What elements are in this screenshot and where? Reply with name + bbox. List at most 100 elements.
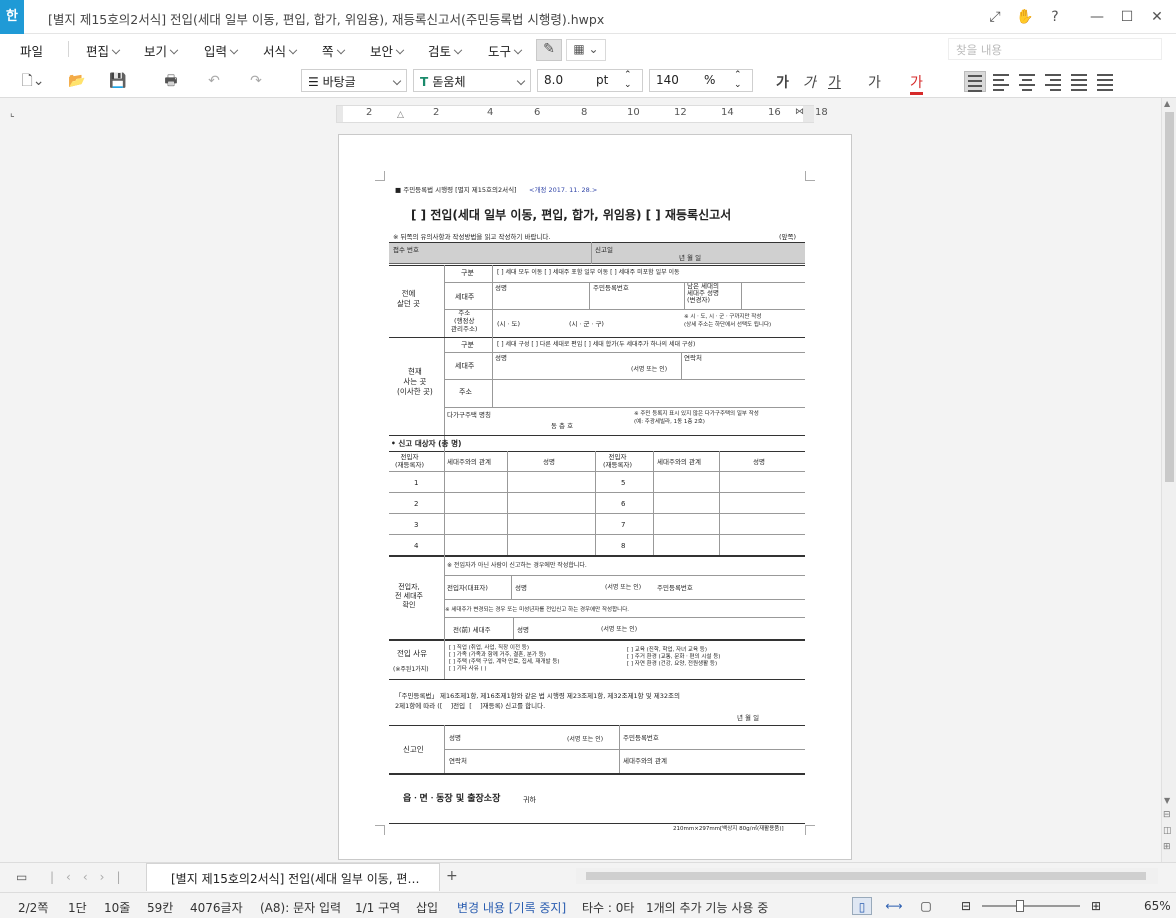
gubun-label: 구분	[461, 341, 474, 349]
cell-line	[444, 639, 445, 679]
vertical-scrollbar[interactable]: ▲ ▼ ⊟ ◫ ⊞	[1161, 98, 1176, 862]
vertical-scroll-thumb[interactable]	[1165, 112, 1174, 482]
indent-marker-icon[interactable]: △	[397, 110, 404, 120]
law-date: 년 월 일	[737, 714, 760, 722]
rep-label: 전입자(대표자)	[447, 584, 488, 592]
align-left-icon[interactable]	[990, 71, 1012, 92]
align-center-icon[interactable]	[1016, 71, 1038, 92]
name-label: 성명	[517, 626, 529, 634]
menu-edit[interactable]: 편집	[86, 41, 121, 60]
scroll-up-icon[interactable]: ▲	[1164, 99, 1170, 108]
name-label: 성명	[495, 354, 507, 362]
crop-mark	[805, 825, 815, 835]
right-indent-icon[interactable]: ⋈	[795, 107, 804, 117]
dong-ho: 동 층 호	[551, 422, 574, 430]
contact-label: 연락처	[449, 757, 467, 765]
zoom-out-icon[interactable]: ⊟	[956, 897, 976, 915]
status-bar: 2/2쪽 1단 10줄 59칸 4076글자 (A8): 문자 입력 1/1 구…	[0, 892, 1176, 918]
status-zoom[interactable]: 65%	[1144, 899, 1171, 913]
confirm-note2: ※ 세대주가 변경되는 경우 또는 미성년자를 전입신고 하는 경우에만 작성합…	[445, 607, 630, 613]
print-icon[interactable]: 🖶	[162, 72, 180, 90]
add-tab-icon[interactable]: +	[446, 868, 458, 884]
menu-page[interactable]: 쪽	[322, 41, 345, 60]
maximize-icon[interactable]: ☐	[1118, 8, 1136, 26]
zoom-spinner-icon[interactable]: ⌃ ⌄	[734, 70, 742, 90]
page-icon[interactable]: ◫	[1163, 826, 1172, 836]
hand-icon[interactable]: ✋	[1016, 8, 1034, 26]
italic-button[interactable]: 가	[803, 72, 816, 92]
horizontal-scrollbar[interactable]	[576, 868, 1158, 884]
align-justify-icon[interactable]	[964, 71, 986, 92]
status-insert[interactable]: 삽입	[416, 899, 438, 916]
save-icon[interactable]: 💾	[106, 72, 130, 90]
menu-format[interactable]: 서식	[263, 41, 298, 60]
zoom-slider[interactable]	[982, 900, 1080, 912]
help-icon[interactable]: ?	[1046, 8, 1064, 26]
row-line	[389, 492, 805, 493]
horizontal-scroll-thumb[interactable]	[586, 872, 1146, 880]
view-page-icon[interactable]: ▯	[852, 897, 872, 915]
sign-label: (서명 또는 인)	[605, 584, 642, 591]
strike-button[interactable]: 가	[868, 72, 881, 92]
redo-icon[interactable]: ↷	[246, 72, 266, 90]
layout-grid-icon[interactable]: ▦ ⌄	[566, 39, 606, 61]
ruler-corner-icon: ⌞	[10, 108, 15, 119]
minimize-icon[interactable]: —	[1088, 8, 1106, 26]
document-page[interactable]: ■ 주민등록법 시행령 [별지 제15호의2서식] <개정 2017. 11. …	[338, 134, 852, 860]
underline-button[interactable]: 가	[828, 72, 841, 92]
remain-head-label: 남은 세대의 세대주 성명 (변경자)	[687, 282, 719, 304]
horizontal-ruler[interactable]: 2 2 4 6 8 10 12 14 16 18 △ ⋈	[336, 105, 828, 123]
form-title: [ ] 전입(세대 일부 이동, 편입, 합가, 위임용) [ ] 재등록신고서	[411, 208, 732, 222]
menu-insert[interactable]: 입력	[204, 41, 239, 60]
view-full-icon[interactable]: ▢	[916, 897, 936, 915]
chevron-down-icon	[336, 45, 345, 55]
chevron-down-icon	[229, 45, 239, 55]
open-folder-icon[interactable]: 📂	[62, 72, 92, 90]
menu-review[interactable]: 검토	[428, 41, 463, 60]
sign-label: (서명 또는 인)	[567, 736, 604, 743]
cur-gubun: [ ] 세대 구성 [ ] 다른 세대로 편입 [ ] 세대 합가(두 세대주가…	[497, 341, 696, 348]
font-select[interactable]: T 돋움체	[413, 69, 531, 92]
tab-document[interactable]: [별지 제15호의2서식] 전입(세대 일부 이동, 편…	[146, 863, 440, 891]
row-number: 4	[414, 542, 419, 550]
zoom-in-icon[interactable]: ⊞	[1086, 897, 1106, 915]
status-count: 4076글자	[190, 901, 243, 915]
divide-icon[interactable]	[1094, 71, 1116, 92]
bold-button[interactable]: 가	[776, 72, 789, 92]
new-file-icon[interactable]: 🗋⌄	[20, 72, 46, 90]
tab-nav-icons[interactable]: |‹‹›|	[50, 870, 132, 884]
menu-file[interactable]: 파일	[20, 41, 43, 60]
chevron-down-icon	[111, 45, 121, 55]
row-line	[389, 265, 805, 266]
distribute-icon[interactable]	[1068, 71, 1090, 92]
view-width-icon[interactable]: ⟷	[884, 897, 904, 915]
scroll-down-icon[interactable]: ▼	[1164, 796, 1170, 805]
close-icon[interactable]: ✕	[1148, 8, 1166, 26]
tab-list-icon[interactable]: ▭	[16, 870, 27, 884]
row-line	[389, 337, 805, 338]
font-size-input[interactable]: 8.0 pt ⌃ ⌄	[537, 69, 643, 92]
align-right-icon[interactable]	[1042, 71, 1064, 92]
undo-icon[interactable]: ↶	[204, 72, 224, 90]
menu-security[interactable]: 보안	[370, 41, 405, 60]
menu-view[interactable]: 보기	[144, 41, 179, 60]
title-bar: 한 [별지 제15호의2서식] 전입(세대 일부 이동, 편입, 합가, 위임용…	[0, 0, 1176, 34]
size-spinner-icon[interactable]: ⌃ ⌄	[624, 70, 632, 90]
fullscreen-icon[interactable]: ⤢	[986, 8, 1004, 26]
search-input[interactable]: 찾을 내용	[948, 38, 1162, 60]
text-color-button[interactable]: 가	[910, 72, 923, 95]
amend-date: <개정 2017. 11. 28.>	[529, 186, 598, 194]
menu-tools[interactable]: 도구	[488, 41, 523, 60]
zoom-input[interactable]: 140% ⌃ ⌄	[649, 69, 753, 92]
status-column: 1단	[68, 901, 87, 915]
menu-label: 보안	[370, 44, 394, 59]
page-next-icon[interactable]: ⊞	[1163, 842, 1171, 852]
status-track-changes[interactable]: 변경 내용 [기록 중지]	[457, 899, 566, 916]
row-number: 3	[414, 521, 419, 529]
page-prev-icon[interactable]: ⊟	[1163, 810, 1171, 820]
menu-label: 도구	[488, 44, 512, 59]
style-select[interactable]: ☰ 바탕글	[301, 69, 407, 92]
zoom-slider-handle[interactable]	[1016, 900, 1024, 912]
edit-mode-icon[interactable]: ✎	[536, 39, 562, 61]
status-addon[interactable]: 1개의 추가 기능 사용 중	[646, 899, 768, 916]
